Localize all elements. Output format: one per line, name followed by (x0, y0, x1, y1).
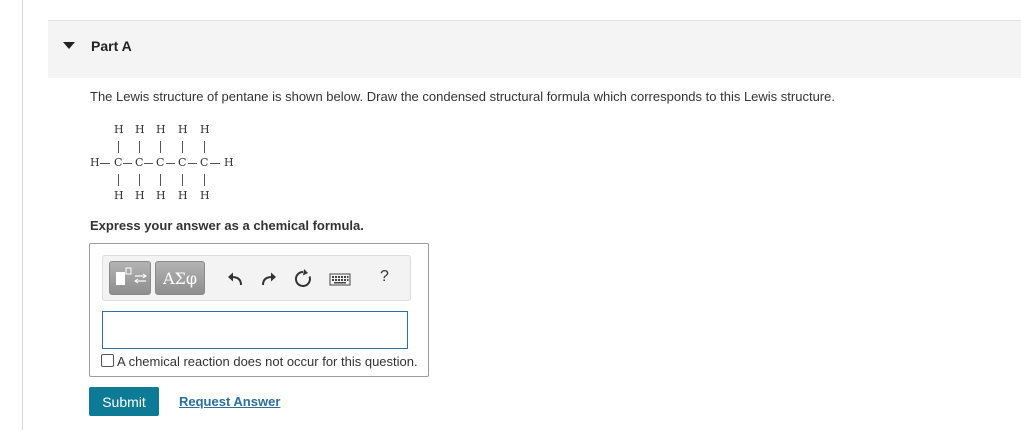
lewis-bond (188, 163, 197, 164)
lewis-bond (204, 141, 205, 153)
question-prompt: The Lewis structure of pentane is shown … (90, 89, 835, 104)
lewis-atom: H (178, 123, 188, 136)
math-toolbar: ΑΣφ ? (102, 255, 411, 301)
lewis-atom: H (90, 156, 100, 169)
template-button[interactable] (109, 261, 151, 295)
keyboard-icon[interactable] (328, 268, 352, 290)
lewis-bond (118, 141, 119, 153)
answer-input[interactable] (102, 311, 408, 349)
part-header[interactable]: Part A (48, 21, 1021, 78)
lewis-atom: C (114, 156, 123, 169)
lewis-atom: C (156, 156, 165, 169)
lewis-atom: C (200, 156, 209, 169)
lewis-bond (160, 174, 161, 186)
left-divider (22, 0, 23, 430)
lewis-bond (118, 174, 119, 186)
lewis-bond (182, 141, 183, 153)
submit-button[interactable]: Submit (89, 387, 159, 416)
lewis-bond (139, 141, 140, 153)
lewis-atom: C (178, 156, 187, 169)
lewis-atom: H (156, 189, 166, 202)
request-answer-link[interactable]: Request Answer (179, 394, 280, 409)
lewis-atom: H (200, 189, 210, 202)
lewis-atom: H (135, 123, 145, 136)
answer-panel: ΑΣφ ? A chemical reaction does not occur… (89, 243, 429, 377)
lewis-bond (100, 163, 110, 164)
lewis-atom: H (178, 189, 188, 202)
no-reaction-checkbox[interactable] (101, 354, 114, 367)
template-icon (116, 267, 147, 285)
lewis-atom: H (200, 123, 210, 136)
lewis-atom: H (156, 123, 166, 136)
reset-icon[interactable] (292, 268, 314, 290)
greek-symbols-button[interactable]: ΑΣφ (155, 261, 205, 295)
lewis-bond (166, 163, 175, 164)
lewis-bond (139, 174, 140, 186)
lewis-atom: H (135, 189, 145, 202)
undo-icon[interactable] (225, 268, 247, 290)
help-button[interactable]: ? (380, 268, 389, 286)
no-reaction-label: A chemical reaction does not occur for t… (117, 354, 418, 369)
lewis-atom: H (224, 156, 234, 169)
lewis-structure: H H H H H H C C C C C H H H H H H (90, 119, 235, 206)
lewis-atom: C (135, 156, 144, 169)
lewis-atom: H (114, 189, 124, 202)
lewis-bond (160, 141, 161, 153)
lewis-bond (210, 163, 220, 164)
part-title: Part A (91, 38, 132, 54)
collapse-caret-icon[interactable] (63, 42, 75, 49)
lewis-bond (144, 163, 153, 164)
lewis-atom: H (114, 123, 124, 136)
lewis-bond (204, 174, 205, 186)
redo-icon[interactable] (257, 268, 279, 290)
lewis-bond (123, 163, 132, 164)
no-reaction-option[interactable]: A chemical reaction does not occur for t… (101, 354, 418, 369)
answer-instruction: Express your answer as a chemical formul… (90, 218, 364, 233)
lewis-bond (182, 174, 183, 186)
